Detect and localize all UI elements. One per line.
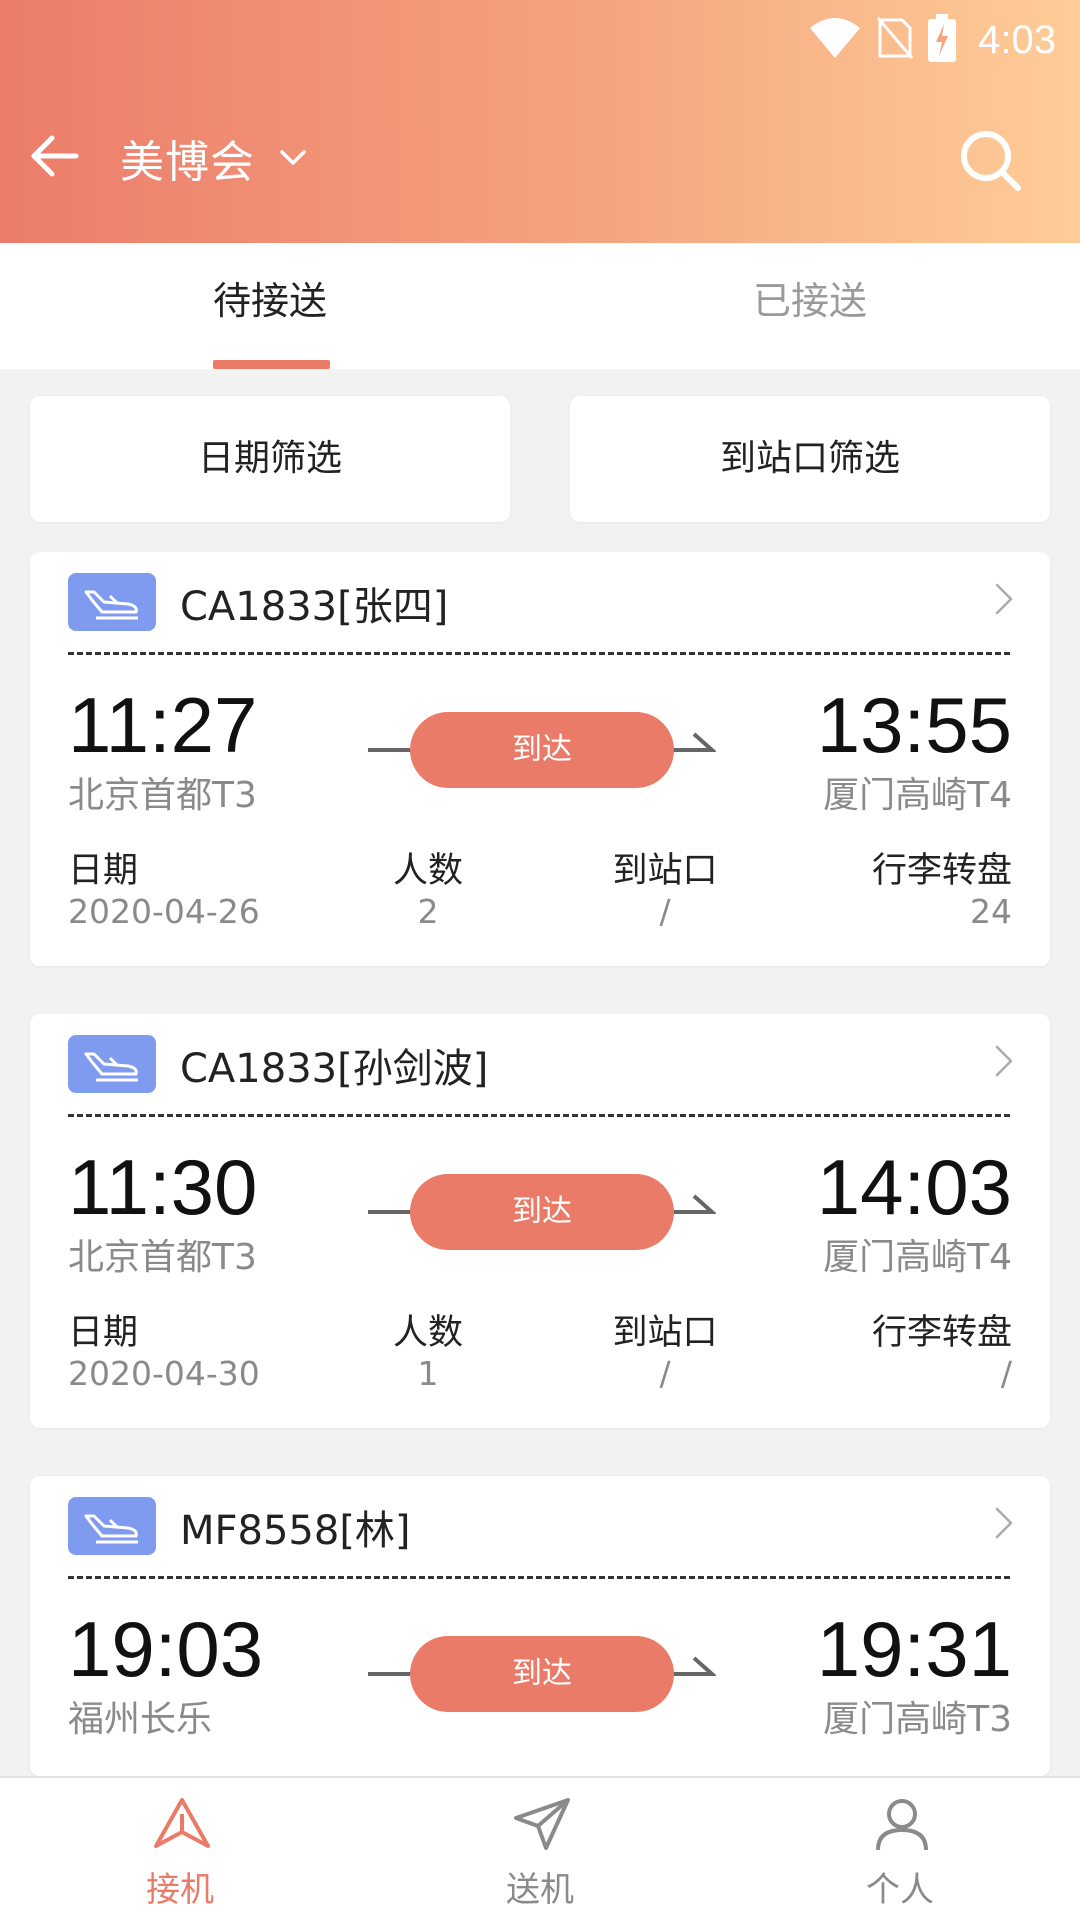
- flight-title: CA1833[张四]: [180, 584, 449, 630]
- top-app-bar: 美博会: [0, 112, 1080, 204]
- gate-label: 到站口: [612, 851, 718, 891]
- tab-indicator: [213, 360, 330, 369]
- no-sim-icon: [876, 16, 914, 64]
- app-header: 4:03 美博会: [0, 0, 1080, 243]
- pickup-plane-icon: [154, 1798, 210, 1848]
- people-value: 2: [417, 892, 439, 931]
- arrow-left-icon: [31, 135, 79, 177]
- departure-airport: 福州长乐: [68, 1699, 213, 1740]
- wifi-icon: [808, 16, 862, 64]
- arrival-airport: 厦门高崎T4: [823, 1237, 1012, 1278]
- departure-airport: 北京首都T3: [68, 1237, 257, 1278]
- dashed-divider: [68, 1114, 1010, 1117]
- gate-value: /: [659, 1354, 671, 1393]
- bottom-navigation: 接机 送机 个人: [0, 1776, 1080, 1920]
- flight-card-header: CA1833[孙剑波]: [30, 1014, 1050, 1114]
- chevron-right-icon[interactable]: [994, 582, 1014, 616]
- arrival-time: 14:03: [816, 1143, 1012, 1231]
- date-filter-button[interactable]: 日期筛选: [30, 396, 510, 522]
- nav-profile[interactable]: 个人: [800, 1778, 1000, 1920]
- flight-card[interactable]: CA1833[张四] 11:27 北京首都T3 到达 13:55 厦门高崎T4 …: [30, 552, 1050, 966]
- date-value: 2020-04-26: [68, 892, 260, 931]
- plane-landing-icon: [84, 1052, 138, 1082]
- flight-card[interactable]: CA1833[孙剑波] 11:30 北京首都T3 到达 14:03 厦门高崎T4…: [30, 1014, 1050, 1428]
- flight-card[interactable]: MF8558[林] 19:03 福州长乐 到达 19:31 厦门高崎T3: [30, 1476, 1050, 1776]
- departure-airport: 北京首都T3: [68, 775, 257, 816]
- person-icon: [876, 1799, 928, 1851]
- nav-label: 接机: [146, 1870, 214, 1910]
- baggage-value: 24: [970, 892, 1012, 931]
- status-time: 4:03: [978, 17, 1056, 62]
- chevron-down-icon: [280, 150, 306, 165]
- send-plane-icon: [514, 1798, 570, 1850]
- status-badge: 到达: [410, 712, 674, 788]
- nav-dropoff[interactable]: 送机: [440, 1778, 640, 1920]
- event-selector[interactable]: 美博会: [120, 128, 307, 188]
- plane-badge: [68, 573, 156, 631]
- plane-badge: [68, 1035, 156, 1093]
- search-button[interactable]: [954, 124, 1028, 198]
- baggage-value: /: [1000, 1354, 1012, 1393]
- baggage-label: 行李转盘: [871, 851, 1012, 891]
- dashed-divider: [68, 652, 1010, 655]
- plane-landing-icon: [84, 1514, 138, 1544]
- chevron-right-icon[interactable]: [994, 1044, 1014, 1078]
- station-filter-button[interactable]: 到站口筛选: [570, 396, 1050, 522]
- route-indicator: 到达: [368, 1636, 716, 1712]
- flight-card-header: MF8558[林]: [30, 1476, 1050, 1576]
- flight-title: MF8558[林]: [180, 1508, 411, 1554]
- search-icon: [961, 131, 1021, 191]
- tab-completed[interactable]: 已接送: [540, 243, 1080, 369]
- route-indicator: 到达: [368, 1174, 716, 1250]
- gate-label: 到站口: [612, 1313, 718, 1353]
- back-button[interactable]: [28, 130, 92, 190]
- tab-pending[interactable]: 待接送: [0, 243, 540, 369]
- arrival-airport: 厦门高崎T3: [823, 1699, 1012, 1740]
- arrow-right-icon: [686, 1194, 716, 1214]
- page-title: 美博会: [120, 137, 255, 188]
- battery-charging-icon: [928, 14, 957, 66]
- nav-pickup[interactable]: 接机: [80, 1778, 280, 1920]
- status-bar: 4:03: [0, 0, 1080, 80]
- chevron-right-icon[interactable]: [994, 1506, 1014, 1540]
- status-badge: 到达: [410, 1636, 674, 1712]
- baggage-label: 行李转盘: [871, 1313, 1012, 1353]
- departure-time: 19:03: [68, 1605, 264, 1693]
- people-label: 人数: [392, 851, 463, 891]
- plane-landing-icon: [84, 590, 138, 620]
- flight-card-header: CA1833[张四]: [30, 552, 1050, 652]
- departure-time: 11:27: [68, 681, 258, 769]
- nav-label: 送机: [506, 1870, 574, 1910]
- tab-bar: 待接送 已接送: [0, 243, 1080, 369]
- route-indicator: 到达: [368, 712, 716, 788]
- people-label: 人数: [392, 1313, 463, 1353]
- arrow-right-icon: [686, 1656, 716, 1676]
- arrival-time: 13:55: [816, 681, 1012, 769]
- nav-label: 个人: [866, 1870, 934, 1910]
- date-value: 2020-04-30: [68, 1354, 260, 1393]
- gate-value: /: [659, 892, 671, 931]
- departure-time: 11:30: [68, 1143, 258, 1231]
- people-value: 1: [417, 1354, 439, 1393]
- arrow-right-icon: [686, 732, 716, 752]
- status-badge: 到达: [410, 1174, 674, 1250]
- date-label: 日期: [68, 1313, 139, 1353]
- date-label: 日期: [68, 851, 139, 891]
- flight-title: CA1833[孙剑波]: [180, 1046, 489, 1092]
- dashed-divider: [68, 1576, 1010, 1579]
- plane-badge: [68, 1497, 156, 1555]
- arrival-time: 19:31: [816, 1605, 1012, 1693]
- arrival-airport: 厦门高崎T4: [823, 775, 1012, 816]
